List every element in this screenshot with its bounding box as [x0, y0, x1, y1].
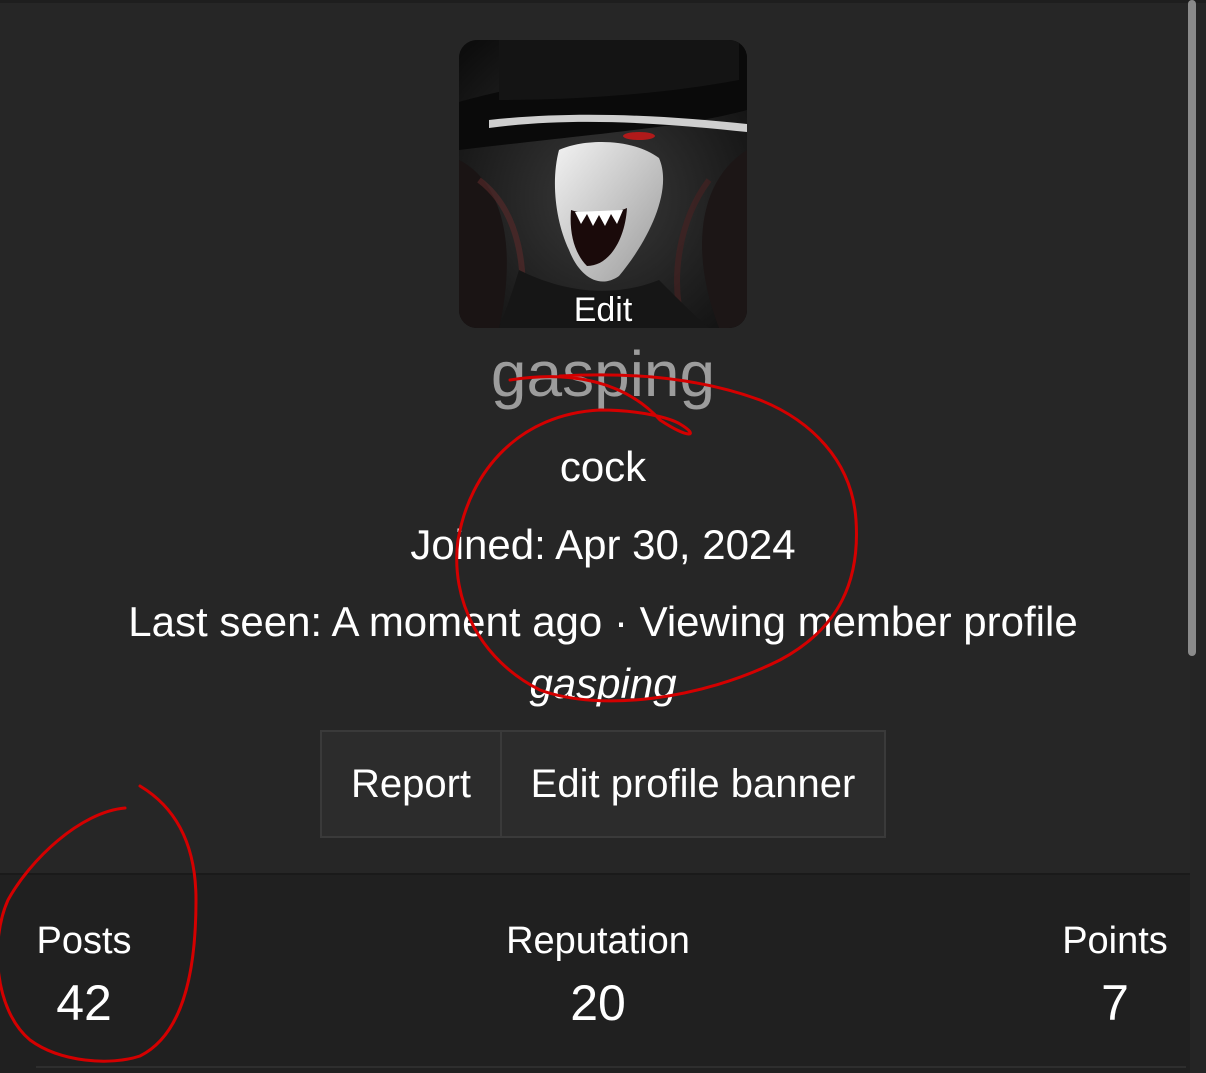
username: gasping — [490, 338, 716, 410]
stat-posts[interactable]: Posts 42 — [20, 919, 148, 1033]
profile-stats-bar: Posts 42 Reputation 20 Points 7 — [0, 873, 1190, 1073]
stat-value: 7 — [1101, 975, 1129, 1031]
edit-profile-banner-button[interactable]: Edit profile banner — [502, 732, 884, 836]
avatar-image — [459, 40, 747, 328]
avatar[interactable]: Edit — [459, 40, 747, 328]
stats-divider — [36, 1066, 1186, 1068]
last-seen-activity-link[interactable]: gasping — [0, 660, 1206, 708]
profile-action-buttons: Report Edit profile banner — [320, 730, 886, 838]
scrollbar[interactable] — [1188, 0, 1196, 656]
stat-label: Posts — [36, 920, 132, 962]
stat-label: Points — [1062, 920, 1168, 962]
avatar-edit-label[interactable]: Edit — [459, 290, 747, 328]
last-seen-status: Last seen: A moment ago · Viewing member… — [128, 598, 1078, 645]
report-button[interactable]: Report — [322, 732, 502, 836]
stat-label: Reputation — [506, 920, 690, 962]
joined-date: Joined: Apr 30, 2024 — [410, 521, 796, 568]
user-title: cock — [559, 443, 647, 490]
stat-points[interactable]: Points 7 — [1044, 919, 1186, 1033]
stat-reputation[interactable]: Reputation 20 — [478, 919, 718, 1033]
stat-value: 42 — [56, 975, 112, 1031]
stat-value: 20 — [570, 975, 626, 1031]
